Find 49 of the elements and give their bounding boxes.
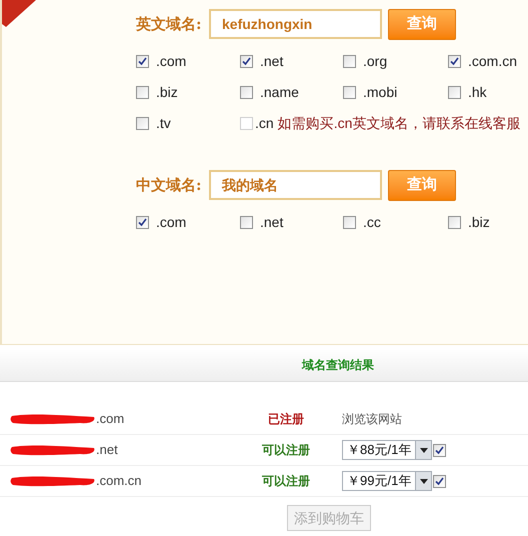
status-text: 可以注册 — [262, 473, 310, 490]
browse-link[interactable]: 浏览该网站 — [342, 410, 402, 428]
domain-text: .net — [96, 441, 118, 460]
option-label: .org — [363, 52, 388, 71]
checkbox[interactable] — [343, 216, 356, 229]
option-label: .com.cn — [468, 52, 518, 71]
results-title: 域名查询结果 — [302, 357, 374, 374]
checkbox[interactable] — [448, 86, 461, 99]
domain-text: .com — [96, 410, 124, 428]
search-button[interactable]: 查询 — [388, 8, 456, 40]
price-text: ￥88元/1年 — [346, 441, 412, 460]
option-label: .biz — [468, 213, 490, 232]
checkbox[interactable] — [240, 216, 253, 229]
checkbox[interactable] — [136, 117, 149, 130]
option-label: .hk — [468, 83, 487, 102]
option-label: .name — [260, 83, 299, 102]
checkbox[interactable] — [136, 55, 149, 68]
status-text: 已注册 — [268, 411, 304, 428]
checkbox[interactable] — [433, 475, 446, 488]
search-button[interactable]: 查询 — [388, 170, 456, 200]
option-label: .cn — [255, 114, 274, 133]
option-label: .net — [260, 52, 284, 71]
field-label: 英文域名: — [136, 14, 203, 35]
option-label: .mobi — [363, 83, 398, 102]
option-label: .cc — [363, 213, 381, 232]
checkbox[interactable] — [433, 444, 446, 457]
option-label: .com — [156, 213, 186, 232]
option-label: .com — [156, 52, 186, 71]
domain-text: .com.cn — [96, 472, 142, 490]
checkbox[interactable] — [136, 86, 149, 99]
checkbox[interactable] — [240, 86, 253, 99]
price-dropdown[interactable]: ￥99元/1年 — [342, 471, 432, 491]
checkbox[interactable] — [136, 216, 149, 229]
checkbox[interactable] — [343, 55, 356, 68]
field-label: 中文域名: — [136, 174, 203, 196]
search-field[interactable]: kefuzhongxin — [209, 9, 382, 39]
price-dropdown[interactable]: ￥88元/1年 — [342, 440, 432, 460]
notice-text: 如需购买.cn英文域名，请联系在线客服 — [278, 114, 520, 133]
checkbox[interactable] — [240, 55, 253, 68]
checkbox[interactable] — [448, 55, 461, 68]
search-field[interactable]: 我的域名 — [209, 170, 382, 200]
status-text: 可以注册 — [262, 442, 310, 459]
option-label: .biz — [156, 83, 178, 102]
corner-ribbon-icon — [2, 0, 36, 28]
option-label: .tv — [156, 114, 171, 133]
checkbox[interactable] — [343, 86, 356, 99]
checkbox[interactable] — [448, 216, 461, 229]
price-text: ￥99元/1年 — [346, 472, 412, 490]
option-label: .net — [260, 213, 284, 232]
